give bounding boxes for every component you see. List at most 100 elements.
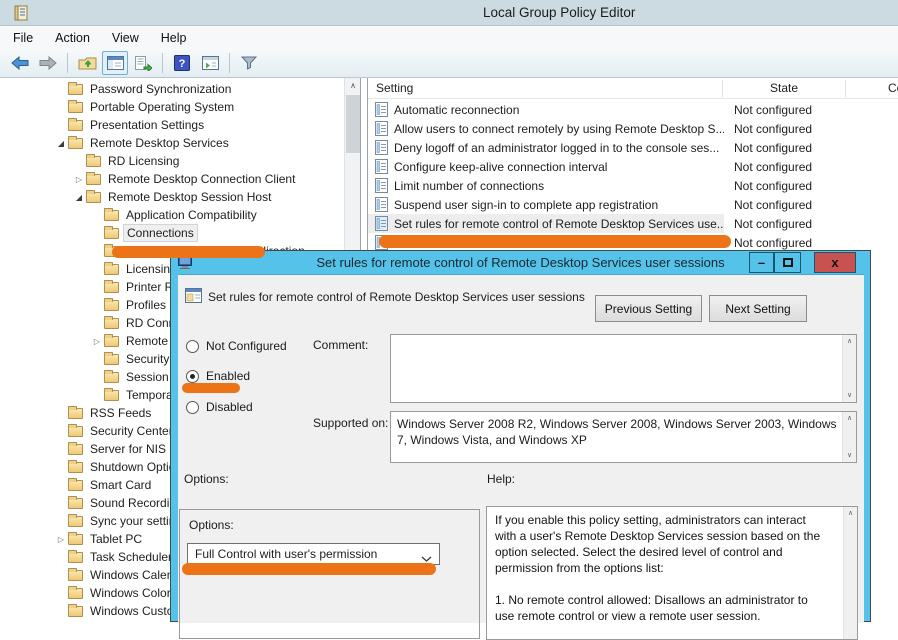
list-row[interactable]: Suspend user sign-in to complete app reg… [368, 195, 898, 214]
column-divider[interactable] [845, 80, 846, 97]
list-row[interactable]: Allow users to connect remotely by using… [368, 119, 898, 138]
radio-disabled[interactable]: Disabled [186, 399, 253, 415]
list-row[interactable]: Limit number of connectionsNot configure… [368, 176, 898, 195]
column-header-setting[interactable]: Setting [376, 78, 716, 99]
window-title: Local Group Policy Editor [483, 5, 635, 20]
radio-label: Not Configured [206, 339, 287, 353]
collapsed-expander-icon[interactable]: ▷ [54, 535, 68, 544]
policy-doc-icon [375, 159, 388, 174]
scroll-up-icon[interactable]: ∧ [843, 412, 856, 425]
menu-file[interactable]: File [2, 28, 44, 48]
forward-icon[interactable] [35, 51, 61, 75]
scroll-up-icon[interactable]: ∧ [345, 78, 361, 94]
scroll-thumb[interactable] [346, 95, 360, 153]
new-window-icon[interactable] [197, 51, 223, 75]
tree-item-label: Server for NIS [87, 441, 169, 457]
scroll-up-icon[interactable]: ∧ [843, 335, 856, 348]
supported-on-label: Supported on: [313, 416, 388, 430]
folder-icon [104, 264, 119, 275]
tree-item[interactable]: Portable Operating System [0, 98, 344, 116]
minimize-button[interactable]: – [749, 252, 774, 273]
tree-item[interactable]: Application Compatibility [0, 206, 344, 224]
comment-box: ∧∨ [390, 334, 857, 403]
expanded-expander-icon[interactable]: ◢ [72, 193, 86, 202]
tree-item[interactable]: Connections [0, 224, 344, 242]
setting-name: Set rules for remote control of Remote D… [394, 217, 724, 231]
collapsed-expander-icon[interactable]: ▷ [90, 337, 104, 346]
tree-item-label: Tablet PC [87, 531, 145, 547]
supported-scrollbar[interactable]: ∧∨ [842, 412, 856, 462]
options-label: Options: [189, 518, 234, 532]
list-header: Setting State Comment [368, 78, 898, 99]
tree-item-label: Profiles [123, 297, 169, 313]
radio-label: Disabled [206, 400, 253, 414]
radio-enabled[interactable]: Enabled [186, 368, 250, 384]
scroll-down-icon[interactable]: ∨ [843, 389, 856, 402]
list-row[interactable]: Configure keep-alive connection interval… [368, 157, 898, 176]
folder-icon [68, 534, 83, 545]
setting-state: Not configured [734, 103, 812, 117]
close-button[interactable]: x [814, 252, 856, 273]
help-section-label: Help: [487, 472, 515, 486]
setting-name: Configure keep-alive connection interval [394, 160, 724, 174]
filter-icon[interactable] [236, 51, 262, 75]
folder-icon [68, 138, 83, 149]
policy-doc-icon [375, 102, 388, 117]
toolbar-separator [229, 53, 230, 73]
list-row[interactable]: Deny logoff of an administrator logged i… [368, 138, 898, 157]
policy-icon [185, 288, 202, 306]
scroll-down-icon[interactable]: ∨ [843, 449, 856, 462]
help-icon[interactable]: ? [169, 51, 195, 75]
menu-view[interactable]: View [101, 28, 150, 48]
folder-icon [104, 210, 119, 221]
column-header-comment[interactable]: Comment [888, 78, 898, 99]
tree-item[interactable]: Password Synchronization [0, 80, 344, 98]
export-list-icon[interactable] [130, 51, 156, 75]
comment-scrollbar[interactable]: ∧∨ [842, 335, 856, 402]
dropdown-highlight-annotation [182, 563, 436, 575]
folder-icon [68, 102, 83, 113]
tree-item[interactable]: ▷Remote Desktop Connection Client [0, 170, 344, 188]
list-row[interactable]: Automatic reconnectionNot configured [368, 100, 898, 119]
folder-icon [104, 390, 119, 401]
tree-item-label: Task Scheduler [87, 549, 175, 565]
menu-action[interactable]: Action [44, 28, 101, 48]
up-one-level-icon[interactable] [74, 51, 100, 75]
enabled-highlight-annotation [182, 383, 240, 393]
back-icon[interactable] [7, 51, 33, 75]
tree-item[interactable]: ◢Remote Desktop Session Host [0, 188, 344, 206]
radio-button-icon[interactable] [186, 340, 199, 353]
menu-bar: FileActionViewHelp [0, 27, 898, 49]
expanded-expander-icon[interactable]: ◢ [54, 139, 68, 148]
console-tree-icon[interactable] [102, 51, 128, 75]
radio-not-configured[interactable]: Not Configured [186, 338, 287, 354]
column-header-state[interactable]: State [723, 78, 845, 99]
tree-item[interactable]: Presentation Settings [0, 116, 344, 134]
menu-help[interactable]: Help [150, 28, 198, 48]
radio-button-icon[interactable] [186, 370, 199, 383]
policy-doc-icon [375, 216, 388, 231]
maximize-icon [783, 258, 793, 267]
policy-name: Set rules for remote control of Remote D… [208, 290, 585, 304]
policy-doc-icon [375, 121, 388, 136]
scroll-up-icon[interactable]: ∧ [844, 507, 857, 520]
list-row[interactable]: Set rules for remote control of Remote D… [368, 214, 724, 233]
collapsed-expander-icon[interactable]: ▷ [72, 175, 86, 184]
window-titlebar: Local Group Policy Editor [0, 0, 898, 26]
options-dropdown[interactable]: Full Control with user's permission [187, 543, 440, 565]
tree-item[interactable]: ◢Remote Desktop Services [0, 134, 344, 152]
folder-icon [68, 516, 83, 527]
tree-item[interactable]: RD Licensing [0, 152, 344, 170]
folder-icon [104, 372, 119, 383]
maximize-button[interactable] [774, 252, 801, 273]
previous-setting-button[interactable]: Previous Setting [595, 295, 702, 322]
list-rows: Automatic reconnectionNot configured Allo… [368, 100, 898, 252]
setting-state: Not configured [734, 217, 812, 231]
help-scrollbar[interactable]: ∧ [843, 507, 857, 639]
next-setting-button[interactable]: Next Setting [709, 295, 807, 322]
folder-icon [68, 444, 83, 455]
setting-name: Allow users to connect remotely by using… [394, 122, 724, 136]
radio-button-icon[interactable] [186, 401, 199, 414]
gpedit-app-icon [13, 5, 29, 24]
comment-input[interactable] [391, 335, 841, 402]
